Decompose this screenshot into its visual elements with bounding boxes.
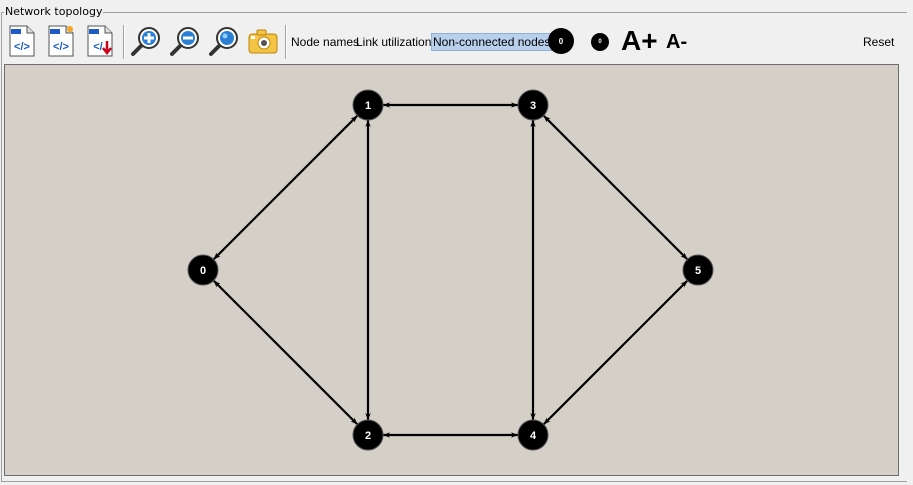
node-5[interactable]: 5	[682, 254, 714, 286]
svg-text:</>: </>	[14, 41, 30, 53]
panel-title: Network topology	[4, 5, 104, 19]
zoom-out-button[interactable]	[168, 23, 202, 59]
link-3-5[interactable]	[542, 114, 689, 261]
node-4[interactable]: 4	[517, 419, 549, 451]
node-3[interactable]: 3	[517, 89, 549, 121]
save-design-icon: </	[87, 25, 113, 57]
svg-text:</: </	[93, 41, 102, 53]
save-design-button[interactable]: </	[83, 23, 117, 59]
load-design-icon: </>	[9, 25, 35, 57]
node-2[interactable]: 2	[352, 419, 384, 451]
toolbar-separator	[123, 25, 125, 59]
node-label: 4	[530, 430, 537, 442]
node-label: 5	[695, 265, 701, 277]
link-0-2[interactable]	[212, 279, 359, 426]
toolbar-separator	[285, 25, 287, 59]
node-label: 3	[530, 100, 536, 112]
increase-font-button[interactable]: A+	[621, 24, 658, 58]
decrease-font-button[interactable]: A-	[666, 30, 687, 54]
load-traffic-icon: </>	[48, 25, 74, 57]
link-4-5[interactable]	[542, 279, 689, 426]
zoom-in-icon	[131, 27, 160, 56]
topology-canvas[interactable]: 0 1 2 3 4 5	[4, 64, 899, 476]
decrease-node-size-button[interactable]: 0	[591, 33, 609, 51]
network-topology-panel: Network topology </> </> </ Node names L…	[0, 0, 913, 485]
toolbar: </> </> </ Node names Link utilizations …	[3, 20, 904, 62]
svg-text:</>: </>	[53, 41, 69, 53]
node-label: 1	[365, 100, 371, 112]
load-design-button[interactable]: </>	[5, 23, 39, 59]
right-edge	[907, 0, 913, 485]
zoom-in-button[interactable]	[129, 23, 163, 59]
zoom-all-button[interactable]	[207, 23, 241, 59]
screenshot-button[interactable]	[246, 23, 280, 59]
non-connected-nodes-toggle[interactable]: Non-connected nodes	[431, 33, 553, 51]
screenshot-icon	[248, 29, 278, 54]
load-traffic-button[interactable]: </>	[44, 23, 78, 59]
zoom-out-icon	[170, 27, 199, 56]
zoom-all-icon	[209, 27, 238, 56]
topology-graph[interactable]: 0 1 2 3 4 5	[5, 65, 898, 475]
increase-node-size-button[interactable]: 0	[548, 28, 574, 54]
reset-button[interactable]: Reset	[863, 34, 894, 50]
node-1[interactable]: 1	[352, 89, 384, 121]
link-0-1[interactable]	[212, 114, 359, 261]
node-0[interactable]: 0	[187, 254, 219, 286]
node-label: 0	[200, 265, 206, 277]
link-utilizations-toggle[interactable]: Link utilizations	[356, 34, 437, 50]
node-label: 2	[365, 430, 371, 442]
node-names-toggle[interactable]: Node names	[291, 34, 359, 50]
